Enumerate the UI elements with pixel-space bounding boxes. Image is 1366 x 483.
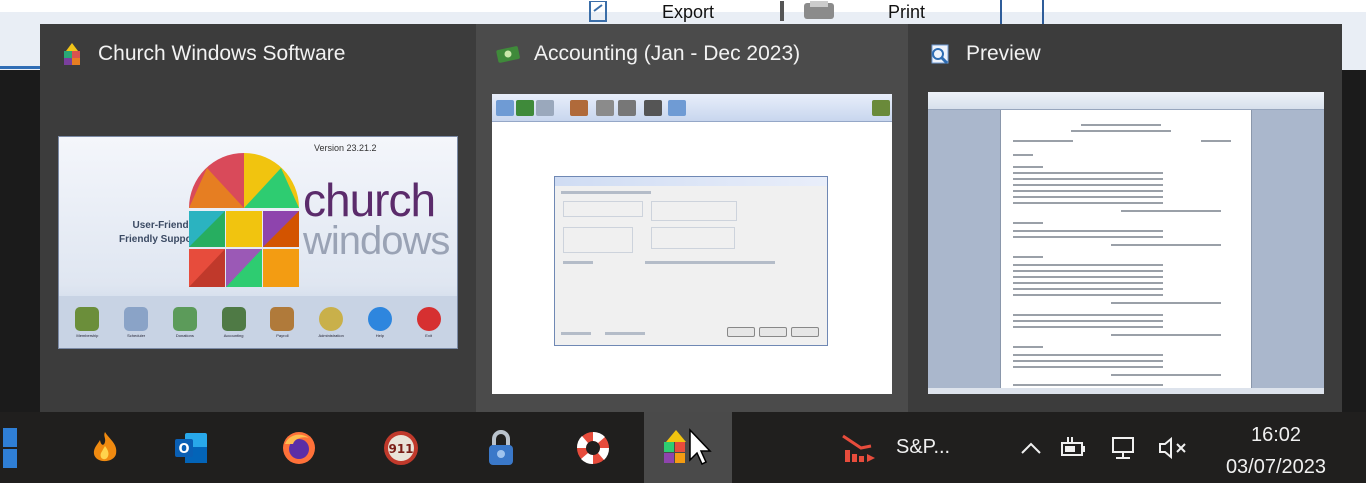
accounting-toolbar <box>492 94 892 122</box>
mouse-cursor-icon <box>689 427 712 465</box>
print-button[interactable]: Print <box>780 0 925 24</box>
thumbnail-title: Accounting (Jan - Dec 2023) <box>534 42 801 65</box>
tray-network[interactable] <box>1110 412 1138 483</box>
splash-tagline-line-2: Friendly Support <box>119 234 199 245</box>
preview-statusbar <box>928 388 1324 394</box>
thumbnail-title: Preview <box>966 42 1041 65</box>
print-label: Print <box>888 1 926 22</box>
module-scheduler[interactable]: Scheduler <box>119 306 153 338</box>
battery-icon <box>1061 436 1085 456</box>
tray-battery[interactable] <box>1060 412 1088 483</box>
help-icon <box>367 306 392 331</box>
thumbnail-preview[interactable]: Preview <box>908 24 1342 412</box>
donations-icon <box>172 306 197 331</box>
start-button-icon <box>3 427 17 468</box>
module-administration[interactable]: Administration <box>314 306 348 338</box>
administration-gear-icon <box>319 306 344 331</box>
splash-module-bar: Membership Scheduler Donations Accountin… <box>59 296 457 348</box>
volume-muted-icon <box>1159 436 1186 459</box>
module-donations[interactable]: Donations <box>168 306 202 338</box>
power-icon <box>416 306 441 331</box>
svg-text:O: O <box>178 442 189 457</box>
module-membership[interactable]: Membership <box>70 306 104 338</box>
module-label: Donations <box>175 332 194 338</box>
tray-volume[interactable] <box>1158 412 1192 483</box>
padlock-app-icon <box>489 429 513 465</box>
taskbar-sp-app-icon[interactable] <box>832 412 886 483</box>
printer-icon <box>780 1 834 21</box>
report-preview <box>928 92 1324 394</box>
taskbar-support-app[interactable] <box>564 412 622 483</box>
lifebuoy-support-icon <box>576 431 610 464</box>
membership-icon <box>75 306 100 331</box>
dialog-button <box>727 327 755 337</box>
toolbar-divider <box>1000 0 1044 24</box>
module-payroll[interactable]: Payroll <box>265 306 299 338</box>
dialog-button <box>759 327 787 337</box>
taskbar-outlook[interactable]: O <box>162 412 220 483</box>
preview-icon <box>931 44 949 65</box>
stock-chart-down-icon <box>842 434 875 462</box>
export-label: Export <box>662 1 715 22</box>
module-label: Administration <box>318 332 344 338</box>
taskbar-sp-label[interactable]: S&P... <box>896 412 950 483</box>
module-help[interactable]: Help <box>363 306 397 338</box>
clock-time: 16:02 <box>1250 424 1302 446</box>
splash-version: Version 23.21.2 <box>314 143 377 153</box>
flame-app-icon <box>93 431 117 461</box>
module-label: Membership <box>76 332 99 338</box>
thumbnail-header: Church Windows Software <box>60 42 345 66</box>
church-windows-taskbar-icon <box>664 427 712 465</box>
thumbnail-header: Preview <box>928 42 1041 66</box>
splash-tagline: User-Friendly, Friendly Support <box>79 219 199 247</box>
splash-tagline-line-1: User-Friendly, <box>132 220 200 231</box>
emergency-911-icon: 911 <box>384 430 418 465</box>
tray-overflow-chevron[interactable] <box>1020 412 1042 483</box>
module-label: Exit <box>425 332 432 338</box>
start-button[interactable] <box>0 412 20 483</box>
taskbar-911-app[interactable]: 911 <box>372 412 430 483</box>
accounting-money-icon <box>496 46 520 63</box>
export-button[interactable]: Export <box>588 0 714 24</box>
screen: Export Print Church Windows Software Ver… <box>0 0 1366 483</box>
windows-taskbar: O 911 S&P... 16:02 03/07/2023 <box>0 412 1366 483</box>
accent-line <box>0 66 44 69</box>
module-accounting[interactable]: Accounting <box>217 306 251 338</box>
taskbar-thumbnail-flyout: Church Windows Software Version 23.21.2 … <box>40 24 1342 412</box>
report-page <box>1000 110 1252 394</box>
accounting-window-preview <box>492 94 892 394</box>
thumbnail-header: Accounting (Jan - Dec 2023) <box>496 42 800 66</box>
accounting-dialog <box>554 176 828 346</box>
preview-toolbar <box>928 92 1324 110</box>
outlook-icon: O <box>175 432 207 463</box>
dialog-button <box>791 327 819 337</box>
taskbar-church-windows[interactable] <box>644 412 732 483</box>
module-exit[interactable]: Exit <box>412 306 446 338</box>
scheduler-icon <box>124 306 149 331</box>
export-icon <box>589 1 607 22</box>
accounting-icon <box>221 306 246 331</box>
module-label: Scheduler <box>127 332 146 338</box>
church-windows-icon <box>64 43 80 65</box>
thumbnail-church-windows[interactable]: Church Windows Software Version 23.21.2 … <box>40 24 476 412</box>
clock-date: 03/07/2023 <box>1225 456 1327 478</box>
network-icon <box>1112 436 1134 459</box>
module-label: Help <box>375 332 384 338</box>
church-windows-logo <box>189 153 299 287</box>
firefox-icon <box>283 431 315 464</box>
module-label: Accounting <box>223 332 244 338</box>
tray-clock[interactable]: 16:02 03/07/2023 <box>1206 422 1346 480</box>
svg-text:911: 911 <box>388 442 413 456</box>
church-windows-splash-preview: Version 23.21.2 User-Friendly, Friendly … <box>58 136 458 349</box>
taskbar-flame-app[interactable] <box>76 412 134 483</box>
taskbar-padlock-app[interactable] <box>476 412 526 483</box>
chevron-up-icon <box>1021 442 1041 454</box>
taskbar-firefox[interactable] <box>270 412 328 483</box>
sp-label: S&P... <box>896 436 951 458</box>
payroll-icon <box>270 306 295 331</box>
module-label: Payroll <box>276 332 289 338</box>
splash-word-windows: windows <box>303 219 450 263</box>
thumbnail-title: Church Windows Software <box>98 42 346 65</box>
thumbnail-accounting[interactable]: Accounting (Jan - Dec 2023) <box>476 24 908 412</box>
